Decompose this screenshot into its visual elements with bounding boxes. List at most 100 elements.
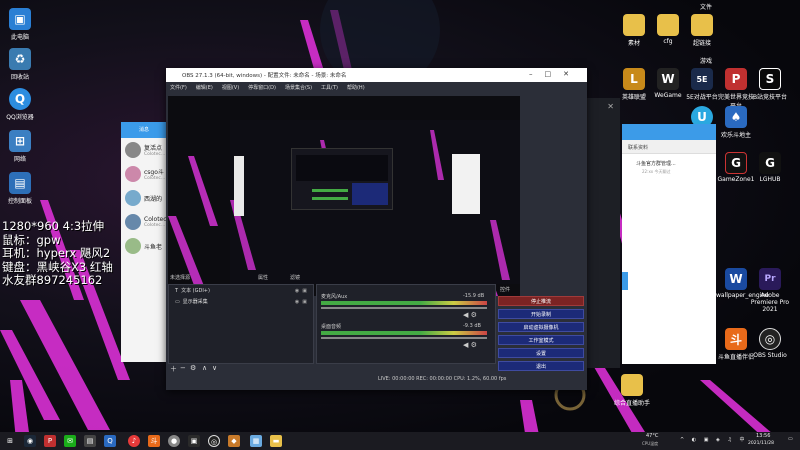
volume-slider[interactable] xyxy=(321,337,487,339)
mixer-channel-db: -9.3 dB xyxy=(463,323,481,329)
premiere-pro-icon[interactable]: Pr Adobe Premiere Pro 2021 xyxy=(750,268,790,313)
monitor-icon: ▭ xyxy=(175,298,180,305)
source-item[interactable]: T 文本 (GDI+) ◉ ▣ xyxy=(169,285,313,296)
folder-icon[interactable]: 超链接 xyxy=(682,14,722,47)
cpu-temp[interactable]: 47°C xyxy=(646,433,658,439)
taskbar: ⊞ ◉ P ✉ ▤ Q ♪ 斗 ● ▣ ◎ ◆ ▦ ▬ 47°C CPU温度 ^… xyxy=(0,432,800,450)
obs-preview[interactable] xyxy=(168,96,520,296)
chat-list-item[interactable]: 西湖的 xyxy=(121,186,167,210)
netease-music-icon[interactable]: ♪ xyxy=(128,435,140,447)
sources-dock: T 文本 (GDI+) ◉ ▣ ▭ 显示器采集 ◉ ▣ xyxy=(168,284,314,364)
chat-list-item[interactable]: 斗鱼老 xyxy=(121,234,167,258)
add-source-button[interactable]: ＋ xyxy=(170,364,177,374)
panel-accent xyxy=(622,272,628,290)
remove-source-button[interactable]: − xyxy=(180,364,186,372)
app-icon[interactable]: ◆ xyxy=(228,435,240,447)
move-up-icon[interactable]: ∧ xyxy=(202,364,207,372)
chat-list-item[interactable]: csgo斗 Colotec... xyxy=(121,162,167,186)
app-icon[interactable]: ▦ xyxy=(250,435,262,447)
menu-scene-collection[interactable]: 场景集合(S) xyxy=(285,84,312,91)
folder-icon[interactable]: 文件 xyxy=(686,2,726,11)
chat-list-item[interactable]: Colotec Colotec... xyxy=(121,210,167,234)
lock-icon[interactable]: ▣ xyxy=(302,299,307,305)
contact-item-sub: 22:xx 今天聊过 xyxy=(642,169,671,174)
exit-button[interactable]: 退出 xyxy=(498,361,584,371)
b-platform-icon[interactable]: S B站竞技平台 xyxy=(750,68,790,101)
contact-panel[interactable]: 联系资料 斗鱼官方群管理... 22:xx 今天聊过 xyxy=(622,124,716,364)
properties-button[interactable]: 属性 xyxy=(258,274,268,281)
move-down-icon[interactable]: ∨ xyxy=(212,364,217,372)
menu-edit[interactable]: 编辑(E) xyxy=(196,84,213,91)
mixer-channel-label: 麦克风/Aux xyxy=(321,294,348,300)
douyu-icon[interactable]: 斗 xyxy=(148,435,160,447)
overlay-line-keyboard: 键盘：黑峡谷X3 红轴 xyxy=(2,259,113,274)
audio-mixer: 麦克风/Aux -15.9 dB ◀ ⚙ 桌面音频 -9.3 dB ◀ ⚙ xyxy=(316,284,496,364)
menu-tools[interactable]: 工具(T) xyxy=(321,84,338,91)
recycle-bin-icon[interactable]: ♻ 回收站 xyxy=(0,48,40,81)
wechat-icon[interactable]: ✉ xyxy=(64,435,76,447)
obs-window[interactable]: OBS 27.1.3 (64-bit, windows) - 配置文件: 未命名… xyxy=(166,68,587,390)
overlay-line-fan-group: 水友群897245162 xyxy=(2,273,103,287)
source-label: 文本 (GDI+) xyxy=(181,288,210,294)
start-recording-button[interactable]: 开始录制 xyxy=(498,309,584,319)
folder-icon[interactable]: 综合直播助手 xyxy=(612,374,652,407)
speaker-icon[interactable]: ◀ ⚙ xyxy=(463,341,477,349)
app-icon[interactable]: ● xyxy=(168,435,180,447)
chat-list-item[interactable]: 复活点 Colotec... xyxy=(121,138,167,162)
mixer-channel-label: 桌面音频 xyxy=(321,324,342,330)
contact-item[interactable]: 斗鱼官方群管理... xyxy=(622,154,716,167)
clock-time[interactable]: 13:56 xyxy=(756,433,770,439)
app-icon[interactable]: ▬ xyxy=(270,435,282,447)
network-icon[interactable]: ⊞ 网络 xyxy=(0,130,40,163)
menu-file[interactable]: 文件(F) xyxy=(170,84,187,91)
notification-icon[interactable]: ▭ xyxy=(788,436,793,442)
nested-chat-window xyxy=(234,156,244,216)
icon-label: 网络 xyxy=(13,156,26,163)
joy-landlord-icon[interactable]: ♠ 欢乐斗地主 xyxy=(716,106,756,139)
volume-slider[interactable] xyxy=(321,307,487,309)
stop-streaming-button[interactable]: 停止推流 xyxy=(498,296,584,306)
speaker-icon[interactable]: ◀ ⚙ xyxy=(463,311,477,319)
folder-icon[interactable]: 游戏 xyxy=(686,56,726,65)
control-panel-icon[interactable]: ▤ 控制面板 xyxy=(0,172,40,205)
lghub-icon[interactable]: G LGHUB xyxy=(750,152,790,183)
studio-mode-button[interactable]: 工作室模式 xyxy=(498,335,584,345)
settings-button[interactable]: 设置 xyxy=(498,348,584,358)
app-icon[interactable]: ▣ xyxy=(188,435,200,447)
filters-button[interactable]: 滤镜 xyxy=(290,274,300,281)
nested-contact-panel xyxy=(452,154,480,214)
icon-label: 超链接 xyxy=(692,40,711,47)
avatar xyxy=(125,214,141,230)
close-icon[interactable]: ✕ xyxy=(607,102,614,111)
menu-docks[interactable]: 停靠窗口(D) xyxy=(248,84,276,91)
gear-icon[interactable]: ⚙ xyxy=(190,364,196,372)
app-icon[interactable]: P xyxy=(44,435,56,447)
windows-start-icon[interactable]: ⊞ xyxy=(4,435,16,447)
lock-icon[interactable]: ▣ xyxy=(302,288,307,294)
qq-browser-icon[interactable]: Q QQ浏览器 xyxy=(0,88,40,121)
obs-taskbar-icon[interactable]: ◎ xyxy=(208,435,220,447)
qq-icon[interactable]: Q xyxy=(104,435,116,447)
visibility-eye-icon[interactable]: ◉ xyxy=(295,299,299,305)
menu-help[interactable]: 帮助(H) xyxy=(347,84,365,91)
file-explorer-icon[interactable]: ▤ xyxy=(84,435,96,447)
icon-label: QQ浏览器 xyxy=(6,114,34,121)
volume-meter xyxy=(321,301,487,305)
steam-icon[interactable]: ◉ xyxy=(24,435,36,447)
volume-meter xyxy=(321,331,487,335)
menu-view[interactable]: 视图(V) xyxy=(222,84,239,91)
this-pc-icon[interactable]: ▣ 此电脑 xyxy=(0,8,40,41)
chat-window[interactable]: 消息 复活点 Colotec... csgo斗 Colotec... 西湖的 Col… xyxy=(121,122,167,362)
visibility-eye-icon[interactable]: ◉ xyxy=(295,288,299,294)
tray-icons[interactable]: ^ ◐ ▣ ◈ ♫ 中 xyxy=(680,436,748,443)
overlay-line-headset: 耳机：hyperx 飓风2 xyxy=(2,246,111,260)
stream-overlay-text: 1280*960 4:3拉伸 鼠标：gpw 耳机：hyperx 飓风2 键盘：黑… xyxy=(2,219,113,288)
clock-date[interactable]: 2021/11/28 xyxy=(748,441,774,446)
controls-header: 控件 xyxy=(500,287,511,293)
icon-label: 游戏 xyxy=(699,58,712,65)
window-controls[interactable]: –□✕ xyxy=(529,70,581,78)
obs-studio-icon[interactable]: ◎ OBS Studio xyxy=(750,328,790,359)
source-item[interactable]: ▭ 显示器采集 ◉ ▣ xyxy=(169,296,313,307)
obs-titlebar[interactable]: OBS 27.1.3 (64-bit, windows) - 配置文件: 未命名… xyxy=(166,68,587,82)
start-virtual-camera-button[interactable]: 启动虚拟摄像机 xyxy=(498,322,584,332)
